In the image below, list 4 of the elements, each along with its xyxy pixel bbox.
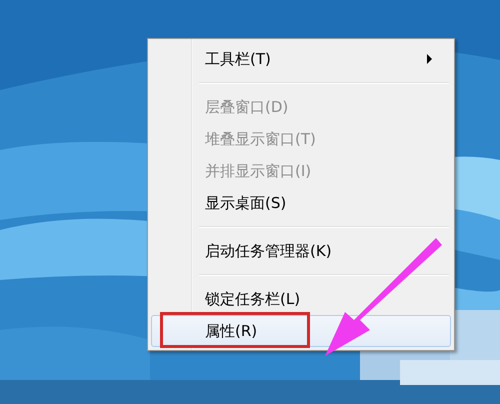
menu-item[interactable]: 显示桌面(S)	[151, 187, 451, 219]
menu-item[interactable]: 启动任务管理器(K)	[151, 235, 451, 267]
menu-item[interactable]: 属性(R)	[151, 315, 451, 347]
menu-item[interactable]: 锁定任务栏(L)	[151, 283, 451, 315]
